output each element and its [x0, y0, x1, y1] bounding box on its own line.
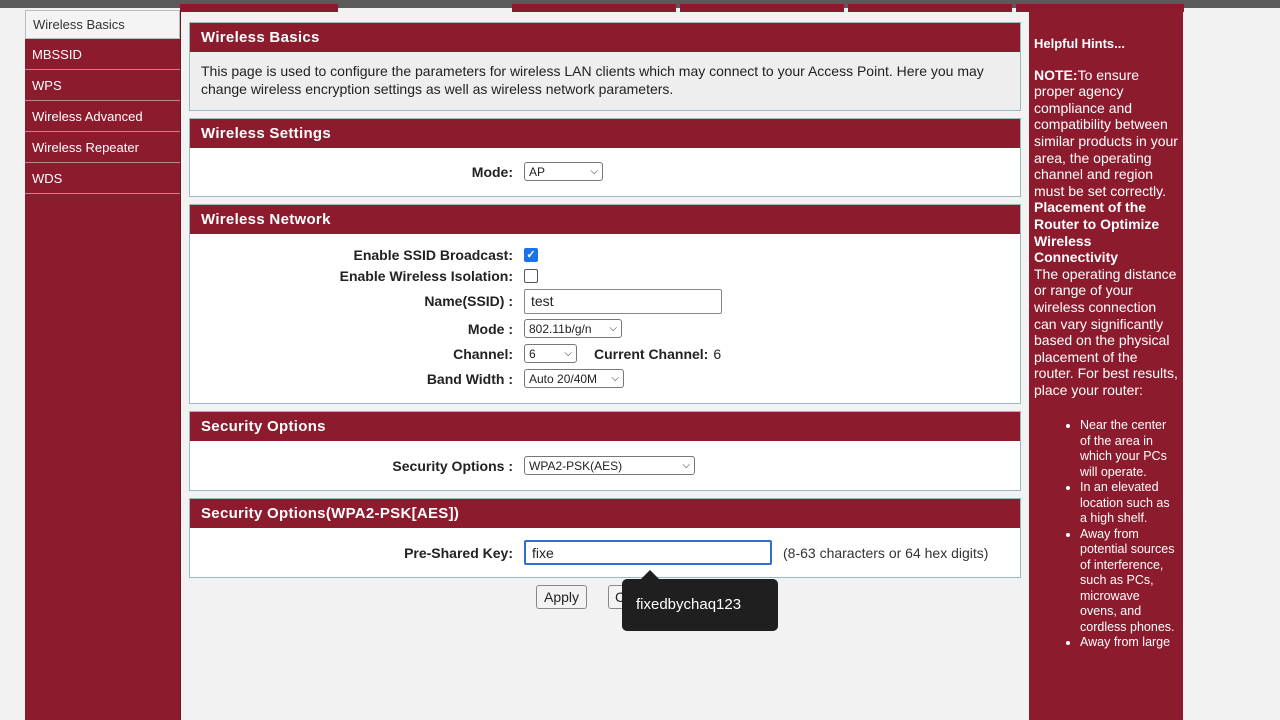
right-margin: [1184, 8, 1280, 720]
current-channel-label: Current Channel:: [594, 345, 709, 362]
ssid-broadcast-checkbox[interactable]: ✓: [524, 247, 538, 262]
hints-note: NOTE:To ensure proper agency compliance …: [1034, 67, 1178, 200]
hint-bullet: Away from large: [1080, 635, 1178, 651]
top-tab[interactable]: [680, 4, 844, 12]
psk-panel: Security Options(WPA2-PSK[AES]) Pre-Shar…: [189, 498, 1021, 578]
tooltip-arrow: [641, 570, 659, 579]
chevron-down-icon: ⌵: [590, 166, 598, 177]
psk-label: Pre-Shared Key:: [404, 544, 513, 561]
top-tab[interactable]: [848, 4, 1012, 12]
placement-title: Placement of the Router to Optimize Wire…: [1034, 199, 1160, 266]
note-text: To ensure proper agency compliance and c…: [1034, 66, 1178, 199]
menu-item-wireless-repeater[interactable]: Wireless Repeater: [25, 134, 180, 163]
current-channel-value: 6: [713, 345, 722, 362]
panel-title: Security Options: [190, 412, 1020, 441]
psk-hint: (8-63 characters or 64 hex digits): [783, 544, 989, 561]
bandwidth-label: Band Width :: [426, 370, 513, 387]
chevron-down-icon: ⌵: [611, 373, 619, 384]
hint-bullet: In an elevated location such as a high s…: [1080, 480, 1178, 527]
main-content: Wireless Basics This page is used to con…: [189, 22, 1021, 585]
note-label: NOTE:: [1034, 66, 1078, 83]
menu-item-wds[interactable]: WDS: [25, 165, 180, 194]
psk-input[interactable]: [524, 540, 772, 565]
hints-list: Near the center of the area in which you…: [1080, 418, 1178, 651]
wireless-isolation-checkbox[interactable]: [524, 268, 538, 283]
channel-select[interactable]: 6 ⌵: [524, 344, 577, 363]
menu-item-wireless-basics[interactable]: Wireless Basics: [25, 10, 180, 39]
panel-title: Wireless Settings: [190, 119, 1020, 148]
wireless-isolation-label: Enable Wireless Isolation:: [339, 267, 513, 284]
chevron-down-icon: ⌵: [682, 460, 690, 471]
placement-text: The operating distance or range of your …: [1034, 265, 1178, 398]
top-tab[interactable]: [180, 4, 338, 12]
chevron-down-icon: ⌵: [564, 348, 572, 359]
security-options-panel: Security Options Security Options : WPA2…: [189, 411, 1021, 491]
ssid-name-label: Name(SSID) :: [424, 293, 513, 309]
panel-title: Wireless Network: [190, 205, 1020, 234]
apply-button[interactable]: Apply: [536, 585, 588, 609]
hint-bullet: Away from potential sources of interfere…: [1080, 527, 1178, 636]
menu-item-wps[interactable]: WPS: [25, 72, 180, 101]
hint-bullet: Near the center of the area in which you…: [1080, 418, 1178, 480]
wireless-settings-panel: Wireless Settings Mode: AP ⌵: [189, 118, 1021, 197]
helpful-hints-panel: Helpful Hints... NOTE:To ensure proper a…: [1029, 10, 1183, 720]
wireless-mode-label: Mode :: [467, 320, 513, 337]
wireless-network-panel: Wireless Network Enable SSID Broadcast: …: [189, 204, 1021, 404]
mode-label: Mode:: [471, 163, 513, 180]
panel-title: Security Options(WPA2-PSK[AES]): [190, 499, 1020, 528]
channel-label: Channel:: [453, 345, 513, 362]
ssid-broadcast-label: Enable SSID Broadcast:: [353, 246, 514, 263]
security-options-select[interactable]: WPA2-PSK(AES) ⌵: [524, 456, 695, 475]
hints-title: Helpful Hints...: [1034, 36, 1125, 51]
autofill-tooltip[interactable]: fixedbychaq123: [622, 579, 778, 631]
ap-mode-select[interactable]: AP ⌵: [524, 162, 603, 181]
ssid-name-input[interactable]: [524, 288, 722, 314]
page-description: This page is used to configure the param…: [190, 52, 1020, 110]
left-menu: Wireless Basics MBSSID WPS Wireless Adva…: [25, 10, 181, 720]
top-tab[interactable]: [512, 4, 676, 12]
panel-title: Wireless Basics: [190, 23, 1020, 52]
menu-item-mbssid[interactable]: MBSSID: [25, 41, 180, 70]
wireless-mode-select[interactable]: 802.11b/g/n ⌵: [524, 319, 622, 338]
bandwidth-select[interactable]: Auto 20/40M ⌵: [524, 369, 624, 388]
chevron-down-icon: ⌵: [609, 323, 617, 334]
security-options-label: Security Options :: [392, 457, 513, 474]
menu-item-wireless-advanced[interactable]: Wireless Advanced: [25, 103, 180, 132]
wireless-basics-panel: Wireless Basics This page is used to con…: [189, 22, 1021, 111]
